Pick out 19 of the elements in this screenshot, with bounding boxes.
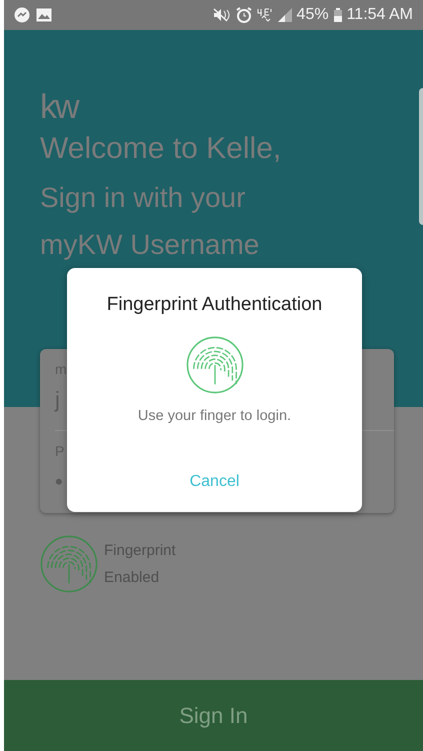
battery-percent: 45% (296, 6, 329, 24)
mute-icon (212, 8, 231, 22)
logo: kw (40, 90, 80, 124)
fingerprint-icon (40, 535, 98, 593)
sign-in-button[interactable]: Sign In (4, 680, 423, 751)
subtitle-line: myKW Username (40, 228, 260, 262)
alarm-icon (236, 7, 252, 23)
dialog-title: Fingerprint Authentication (106, 293, 322, 317)
clock-time: 11:54 AM (346, 6, 413, 24)
battery-icon (334, 8, 342, 22)
field-value[interactable]: • (55, 463, 63, 501)
subtitle-line: Sign in with your (40, 181, 246, 215)
dialog-message: Use your finger to login. (138, 408, 292, 424)
signal-icon (278, 8, 292, 22)
image-icon (36, 8, 52, 22)
cancel-button[interactable]: Cancel (182, 469, 248, 495)
welcome-title: Welcome to Kelle, (40, 131, 282, 167)
messenger-icon (14, 7, 30, 23)
fingerprint-icon (186, 336, 244, 394)
